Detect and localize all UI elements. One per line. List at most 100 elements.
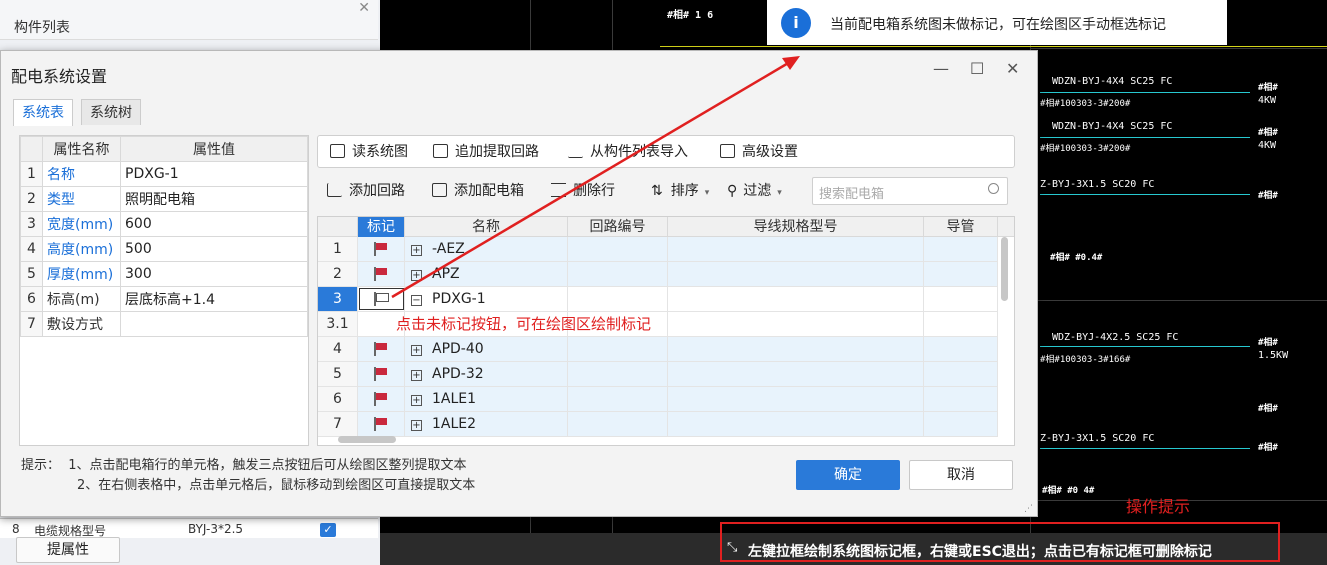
wire-cell[interactable] <box>668 312 924 336</box>
flag-icon[interactable] <box>374 367 388 381</box>
loop-cell[interactable] <box>568 262 668 286</box>
expand-icon[interactable]: + <box>411 245 422 256</box>
flag-icon[interactable] <box>374 417 388 431</box>
prop-value[interactable]: 300 <box>120 261 308 287</box>
expand-icon[interactable]: + <box>411 395 422 406</box>
table-row[interactable]: 4 + APD-40 <box>318 337 998 362</box>
unmarked-flag-icon[interactable] <box>374 292 389 306</box>
prop-value[interactable]: 600 <box>120 211 308 237</box>
resize-grip-icon[interactable]: ⋰ <box>1024 504 1033 514</box>
wire-cell[interactable] <box>668 412 924 436</box>
loop-cell[interactable] <box>568 287 668 311</box>
advanced-settings-button[interactable]: 高级设置 <box>720 136 798 169</box>
table-row[interactable]: 6 +1ALE1 <box>318 387 998 412</box>
table-row[interactable]: 1 + -AEZ <box>318 237 998 262</box>
flag-icon[interactable] <box>374 242 388 256</box>
property-row[interactable]: 7 敷设方式 <box>20 311 308 337</box>
table-row[interactable]: 5 + APD-32 <box>318 362 998 387</box>
search-input[interactable]: 搜索配电箱 <box>819 183 884 202</box>
conduit-cell[interactable] <box>924 337 998 361</box>
prop-value[interactable]: 层底标高+1.4 <box>120 286 308 312</box>
conduit-cell[interactable] <box>924 312 998 336</box>
import-from-component-list-button[interactable]: 从构件列表导入 <box>568 136 688 169</box>
confirm-button[interactable]: 确定 <box>796 460 900 490</box>
loop-cell[interactable] <box>568 237 668 261</box>
header-wire-spec[interactable]: 导线规格型号 <box>668 217 924 237</box>
flag-icon[interactable] <box>374 342 388 356</box>
prop-value[interactable]: 500 <box>120 236 308 262</box>
prop-value[interactable]: 照明配电箱 <box>120 186 308 212</box>
delete-row-button[interactable]: 删除行 <box>551 175 615 208</box>
tab-system-tree[interactable]: 系统树 <box>81 99 141 125</box>
mark-cell[interactable] <box>358 362 405 386</box>
checkbox[interactable]: ✓ <box>320 523 336 537</box>
conduit-cell[interactable] <box>924 387 998 411</box>
vertical-scrollbar[interactable] <box>1001 237 1008 301</box>
close-icon[interactable]: ✕ <box>1006 59 1019 78</box>
prop-value[interactable] <box>120 311 308 337</box>
table-row[interactable]: 2 + APZ <box>318 262 998 287</box>
expand-icon[interactable]: + <box>411 420 422 431</box>
conduit-cell[interactable] <box>924 262 998 286</box>
collapse-icon[interactable]: − <box>411 295 422 306</box>
expand-icon[interactable]: + <box>411 370 422 381</box>
property-row[interactable]: 3 宽度(mm) 600 <box>20 211 308 237</box>
loop-cell[interactable] <box>568 362 668 386</box>
header-conduit[interactable]: 导管 <box>924 217 998 237</box>
read-system-diagram-button[interactable]: 读系统图 <box>330 136 408 169</box>
wire-cell[interactable] <box>668 337 924 361</box>
property-row[interactable]: 1 名称 PDXG-1 <box>20 161 308 187</box>
minimize-icon[interactable]: — <box>933 59 949 78</box>
add-loop-button[interactable]: 添加回路 <box>327 175 405 208</box>
close-icon[interactable]: ✕ <box>358 0 370 16</box>
loop-cell[interactable] <box>568 337 668 361</box>
conduit-cell[interactable] <box>924 362 998 386</box>
property-row[interactable]: 5 厚度(mm) 300 <box>20 261 308 287</box>
name-cell[interactable]: + APZ <box>405 262 568 286</box>
flag-icon[interactable] <box>374 267 388 281</box>
wire-cell[interactable] <box>668 237 924 261</box>
extract-property-button[interactable]: 提属性 <box>16 537 120 563</box>
header-name[interactable]: 名称 <box>405 217 568 237</box>
conduit-cell[interactable] <box>924 287 998 311</box>
search-icon[interactable] <box>988 183 999 194</box>
search-box[interactable]: 搜索配电箱 <box>812 177 1008 205</box>
conduit-cell[interactable] <box>924 412 998 436</box>
wire-cell[interactable] <box>668 387 924 411</box>
mark-cell[interactable] <box>358 412 405 436</box>
name-cell[interactable]: + APD-32 <box>405 362 568 386</box>
loop-cell[interactable] <box>568 387 668 411</box>
mark-cell[interactable] <box>358 337 405 361</box>
property-row[interactable]: 4 高度(mm) 500 <box>20 236 308 262</box>
wire-cell[interactable] <box>668 362 924 386</box>
cancel-button[interactable]: 取消 <box>909 460 1013 490</box>
append-extract-loop-button[interactable]: 追加提取回路 <box>433 136 539 169</box>
name-cell[interactable]: + APD-40 <box>405 337 568 361</box>
filter-dropdown[interactable]: ⚲ 过滤 ▾ <box>727 175 782 208</box>
name-cell[interactable]: +1ALE2 <box>405 412 568 436</box>
flag-icon[interactable] <box>374 392 388 406</box>
name-cell[interactable]: + -AEZ <box>405 237 568 261</box>
expand-icon[interactable]: + <box>411 270 422 281</box>
name-cell[interactable]: − PDXG-1 <box>405 287 568 311</box>
prop-value[interactable]: PDXG-1 <box>120 161 308 187</box>
wire-cell[interactable] <box>668 262 924 286</box>
mark-cell[interactable] <box>358 287 405 311</box>
wire-cell[interactable] <box>668 287 924 311</box>
add-distribution-box-button[interactable]: 添加配电箱 <box>432 175 524 208</box>
conduit-cell[interactable] <box>924 237 998 261</box>
mark-cell[interactable] <box>358 262 405 286</box>
name-cell[interactable]: +1ALE1 <box>405 387 568 411</box>
horizontal-scrollbar[interactable] <box>338 436 396 443</box>
mark-cell[interactable] <box>358 237 405 261</box>
loop-cell[interactable] <box>568 412 668 436</box>
header-mark[interactable]: 标记 <box>358 217 405 237</box>
property-row[interactable]: 6 标高(m) 层底标高+1.4 <box>20 286 308 312</box>
expand-icon[interactable]: + <box>411 345 422 356</box>
mark-cell[interactable] <box>358 387 405 411</box>
header-loop-number[interactable]: 回路编号 <box>568 217 668 237</box>
tab-system-table[interactable]: 系统表 <box>13 99 73 126</box>
table-row[interactable]: 7 +1ALE2 <box>318 412 998 437</box>
table-row-selected[interactable]: 3 − PDXG-1 <box>318 287 998 312</box>
property-row[interactable]: 2 类型 照明配电箱 <box>20 186 308 212</box>
